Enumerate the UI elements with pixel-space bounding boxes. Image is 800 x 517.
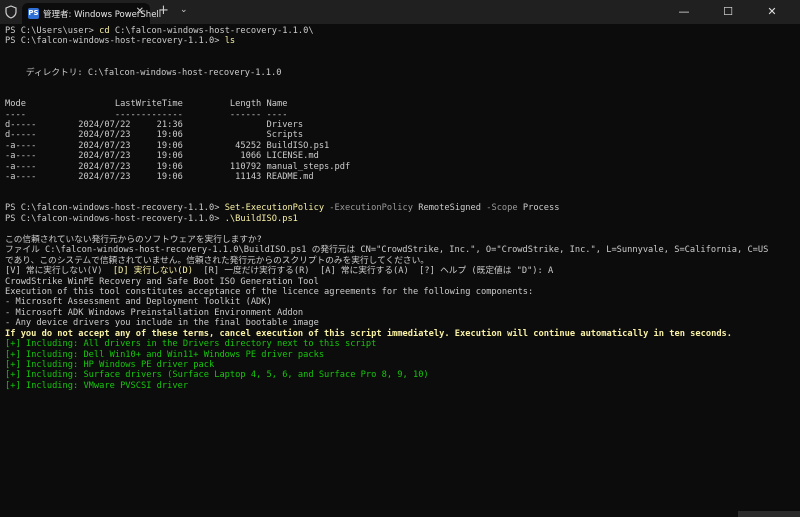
output-line: CrowdStrike WinPE Recovery and Safe Boot… [5,276,319,287]
output-line: - Microsoft ADK Windows Preinstallation … [5,307,304,318]
output-line: - Any device drivers you include in the … [5,318,319,329]
listing-row: -a---- 2024/07/23 19:06 11143 README.md [5,172,314,183]
powershell-icon: PS [28,8,39,19]
listing-row: -a---- 2024/07/23 19:06 45252 BuildISO.p… [5,140,330,151]
new-tab-button[interactable]: + [158,3,169,18]
prompt-line: PS C:\falcon-windows-host-recovery-1.1.0… [5,36,236,47]
listing-underline: ---- ------------- ------ ---- [5,109,288,120]
include-line: [+] Including: Surface drivers (Surface … [5,370,429,381]
chevron-down-icon[interactable]: ⌄ [180,5,188,15]
title-bar: PS 管理者: Windows PowerShell ✕ + ⌄ — ☐ ✕ [0,0,800,24]
terminal-output[interactable]: PS C:\Users\user> cd C:\falcon-windows-h… [5,26,800,517]
prompt-line: PS C:\Users\user> cd C:\falcon-windows-h… [5,26,314,36]
close-button[interactable]: ✕ [750,0,794,24]
prompt-line: PS C:\falcon-windows-host-recovery-1.1.0… [5,203,560,214]
directory-label: ディレクトリ: C:\falcon-windows-host-recovery-… [5,67,282,78]
choice-prompt: [V] 常に実行しない(V) [D] 実行しない(D) [R] 一度だけ実行する… [5,266,554,277]
close-tab-icon[interactable]: ✕ [136,6,144,17]
security-warning-line: ファイル C:\falcon-windows-host-recovery-1.1… [5,245,769,256]
warning-line: If you do not accept any of these terms,… [5,328,733,339]
include-line: [+] Including: All drivers in the Driver… [5,339,377,350]
security-warning-line: この信頼されていない発行元からのソフトウェアを実行しますか? [5,234,262,245]
include-line: [+] Including: HP Windows PE driver pack [5,360,215,370]
maximize-button[interactable]: ☐ [706,0,750,24]
shield-icon [5,5,17,19]
include-line: [+] Including: VMware PVSCSI driver [5,380,189,391]
tab-powershell[interactable]: PS 管理者: Windows PowerShell ✕ [22,3,161,24]
output-line: Execution of this tool constitutes accep… [5,286,534,297]
include-line: [+] Including: Dell Win10+ and Win11+ Wi… [5,349,325,360]
listing-row: -a---- 2024/07/23 19:06 110792 manual_st… [5,161,351,172]
listing-row: d----- 2024/07/22 21:36 Drivers [5,119,304,130]
security-warning-line: であり、このシステムで信頼されていません。信頼された発行元からのスクリプトのみを… [5,255,429,266]
listing-row: d----- 2024/07/23 19:06 Scripts [5,130,304,141]
scroll-region [738,511,800,517]
prompt-line: PS C:\falcon-windows-host-recovery-1.1.0… [5,213,298,224]
minimize-button[interactable]: — [662,0,706,24]
output-line: - Microsoft Assessment and Deployment To… [5,297,272,308]
listing-header: Mode LastWriteTime Length Name [5,99,288,110]
listing-row: -a---- 2024/07/23 19:06 1066 LICENSE.md [5,151,319,162]
